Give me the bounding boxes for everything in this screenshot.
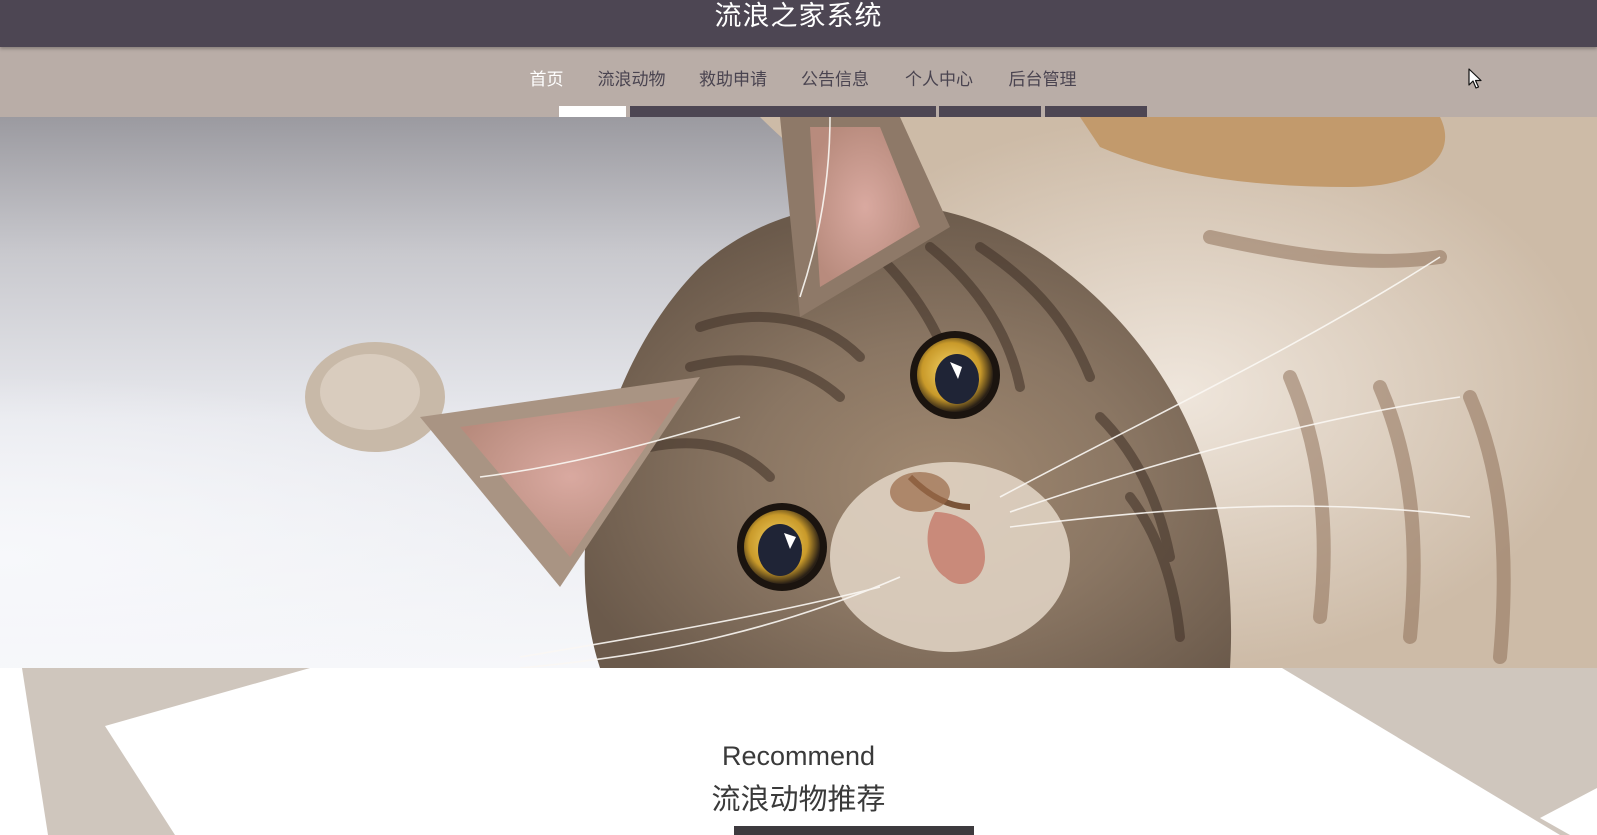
- nav-bar: 首页 流浪动物 救助申请 公告信息 个人中心 后台管理: [0, 47, 1597, 117]
- nav-menu: 首页 流浪动物 救助申请 公告信息 个人中心 后台管理: [0, 65, 1597, 90]
- recommend-underline: [734, 826, 974, 835]
- nav-item-announcements[interactable]: 公告信息: [783, 65, 887, 90]
- recommend-section: Recommend 流浪动物推荐: [0, 668, 1597, 835]
- mouse-cursor-icon: [1468, 68, 1482, 89]
- recommend-title-en: Recommend: [721, 741, 876, 771]
- nav-item-stray-animals[interactable]: 流浪动物: [580, 65, 683, 90]
- nav-indicator-active: [559, 106, 626, 117]
- nav-item-admin[interactable]: 后台管理: [991, 65, 1094, 90]
- recommend-title-cn: 流浪动物推荐: [711, 782, 886, 816]
- nav-item-personal-center[interactable]: 个人中心: [887, 65, 991, 90]
- title-bar: 流浪之家系统: [0, 0, 1597, 47]
- nav-indicator: [1045, 106, 1147, 117]
- nav-indicator: [939, 106, 1041, 117]
- site-title: 流浪之家系统: [714, 1, 883, 32]
- hero-carousel[interactable]: [0, 117, 1597, 670]
- nav-item-home[interactable]: 首页: [513, 65, 580, 90]
- page: 流浪之家系统 首页 流浪动物 救助申请 公告信息 个人中心 后台管理 Recom…: [0, 0, 1597, 835]
- cat-photo: [305, 117, 1597, 668]
- nav-indicator: [630, 106, 936, 117]
- nav-item-rescue-application[interactable]: 救助申请: [683, 65, 783, 90]
